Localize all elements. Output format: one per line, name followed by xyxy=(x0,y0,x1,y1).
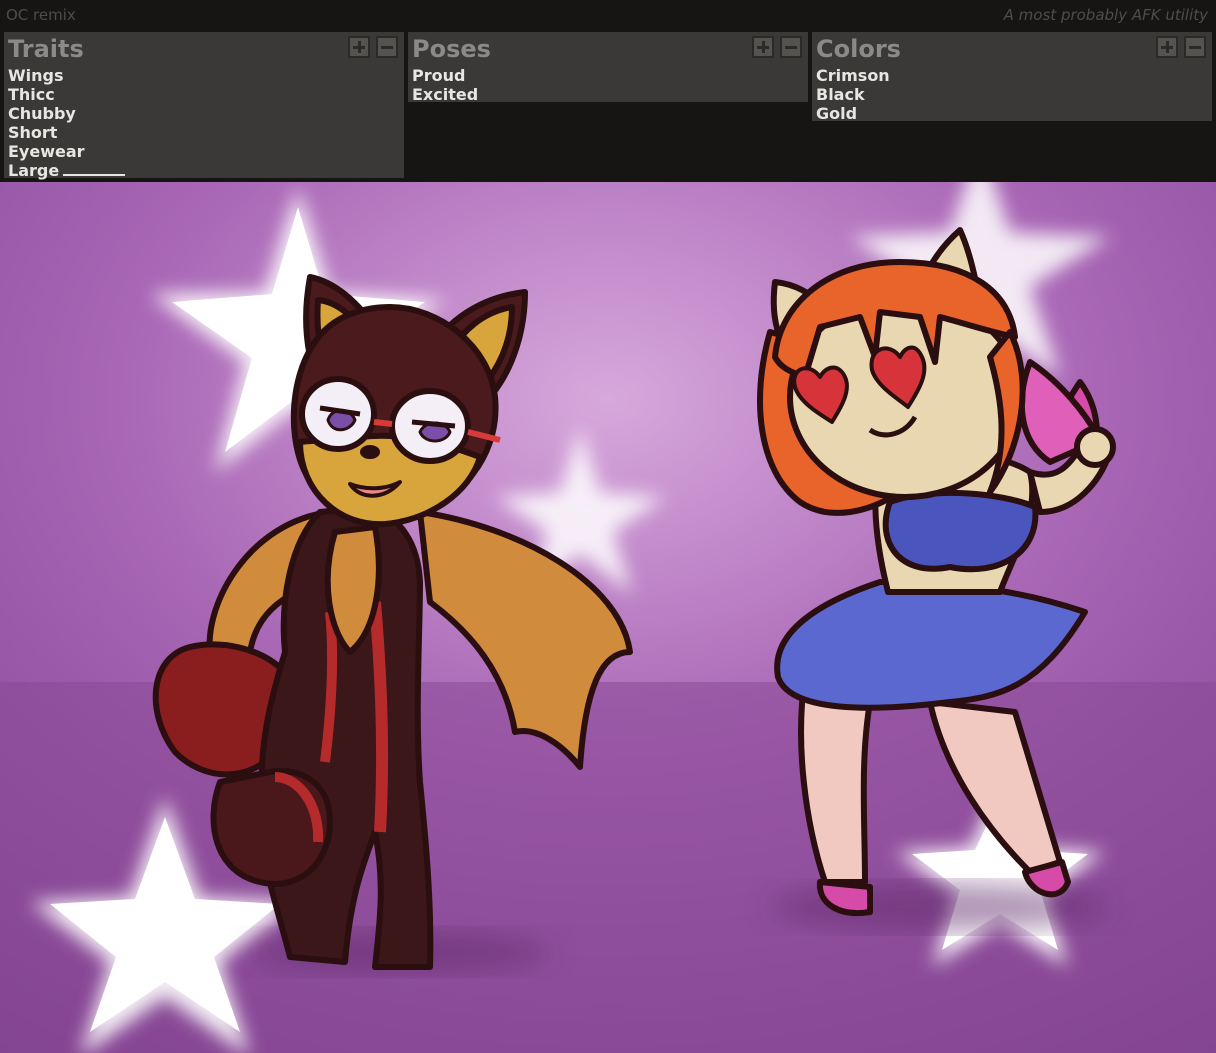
pose-item[interactable]: Excited xyxy=(412,85,804,104)
poses-add-button[interactable] xyxy=(752,36,774,58)
minus-icon xyxy=(1189,46,1201,49)
plus-icon-stem xyxy=(1166,41,1169,53)
traits-list: Wings Thicc Chubby Short Eyewear Large xyxy=(8,66,400,180)
poses-panel-title: Poses xyxy=(412,35,491,63)
trait-item-large[interactable]: Large xyxy=(8,161,400,180)
traits-add-button[interactable] xyxy=(348,36,370,58)
minus-icon xyxy=(785,46,797,49)
top-bar: OC remix A most probably AFK utility xyxy=(0,0,1216,30)
trait-item[interactable]: Thicc xyxy=(8,85,400,104)
poses-list: Proud Excited xyxy=(412,66,804,104)
colors-list: Crimson Black Gold xyxy=(816,66,1208,123)
poses-remove-button[interactable] xyxy=(780,36,802,58)
trait-item[interactable]: Wings xyxy=(8,66,400,85)
poses-panel: Poses Proud Excited xyxy=(408,32,808,104)
color-item[interactable]: Crimson xyxy=(816,66,1208,85)
plus-icon-stem xyxy=(762,41,765,53)
plus-icon-stem xyxy=(358,41,361,53)
colors-panel: Colors Crimson Black Gold xyxy=(812,32,1212,123)
traits-panel-title: Traits xyxy=(8,35,84,63)
character-illustration xyxy=(0,182,1216,1053)
minus-icon xyxy=(381,46,393,49)
color-item[interactable]: Gold xyxy=(816,104,1208,123)
colors-add-button[interactable] xyxy=(1156,36,1178,58)
app-title: OC remix xyxy=(6,6,76,24)
color-item[interactable]: Black xyxy=(816,85,1208,104)
trait-blank-field[interactable] xyxy=(63,162,126,176)
traits-panel: Traits Wings Thicc Chubby Short Eyewear … xyxy=(4,32,404,180)
trait-item[interactable]: Short xyxy=(8,123,400,142)
colors-remove-button[interactable] xyxy=(1184,36,1206,58)
trait-item[interactable]: Chubby xyxy=(8,104,400,123)
colors-panel-title: Colors xyxy=(816,35,901,63)
trait-item-label: Large xyxy=(8,161,60,180)
traits-remove-button[interactable] xyxy=(376,36,398,58)
pose-item[interactable]: Proud xyxy=(412,66,804,85)
trait-item[interactable]: Eyewear xyxy=(8,142,400,161)
app-tagline: A most probably AFK utility xyxy=(1003,6,1208,24)
illustration-canvas xyxy=(0,182,1216,1053)
